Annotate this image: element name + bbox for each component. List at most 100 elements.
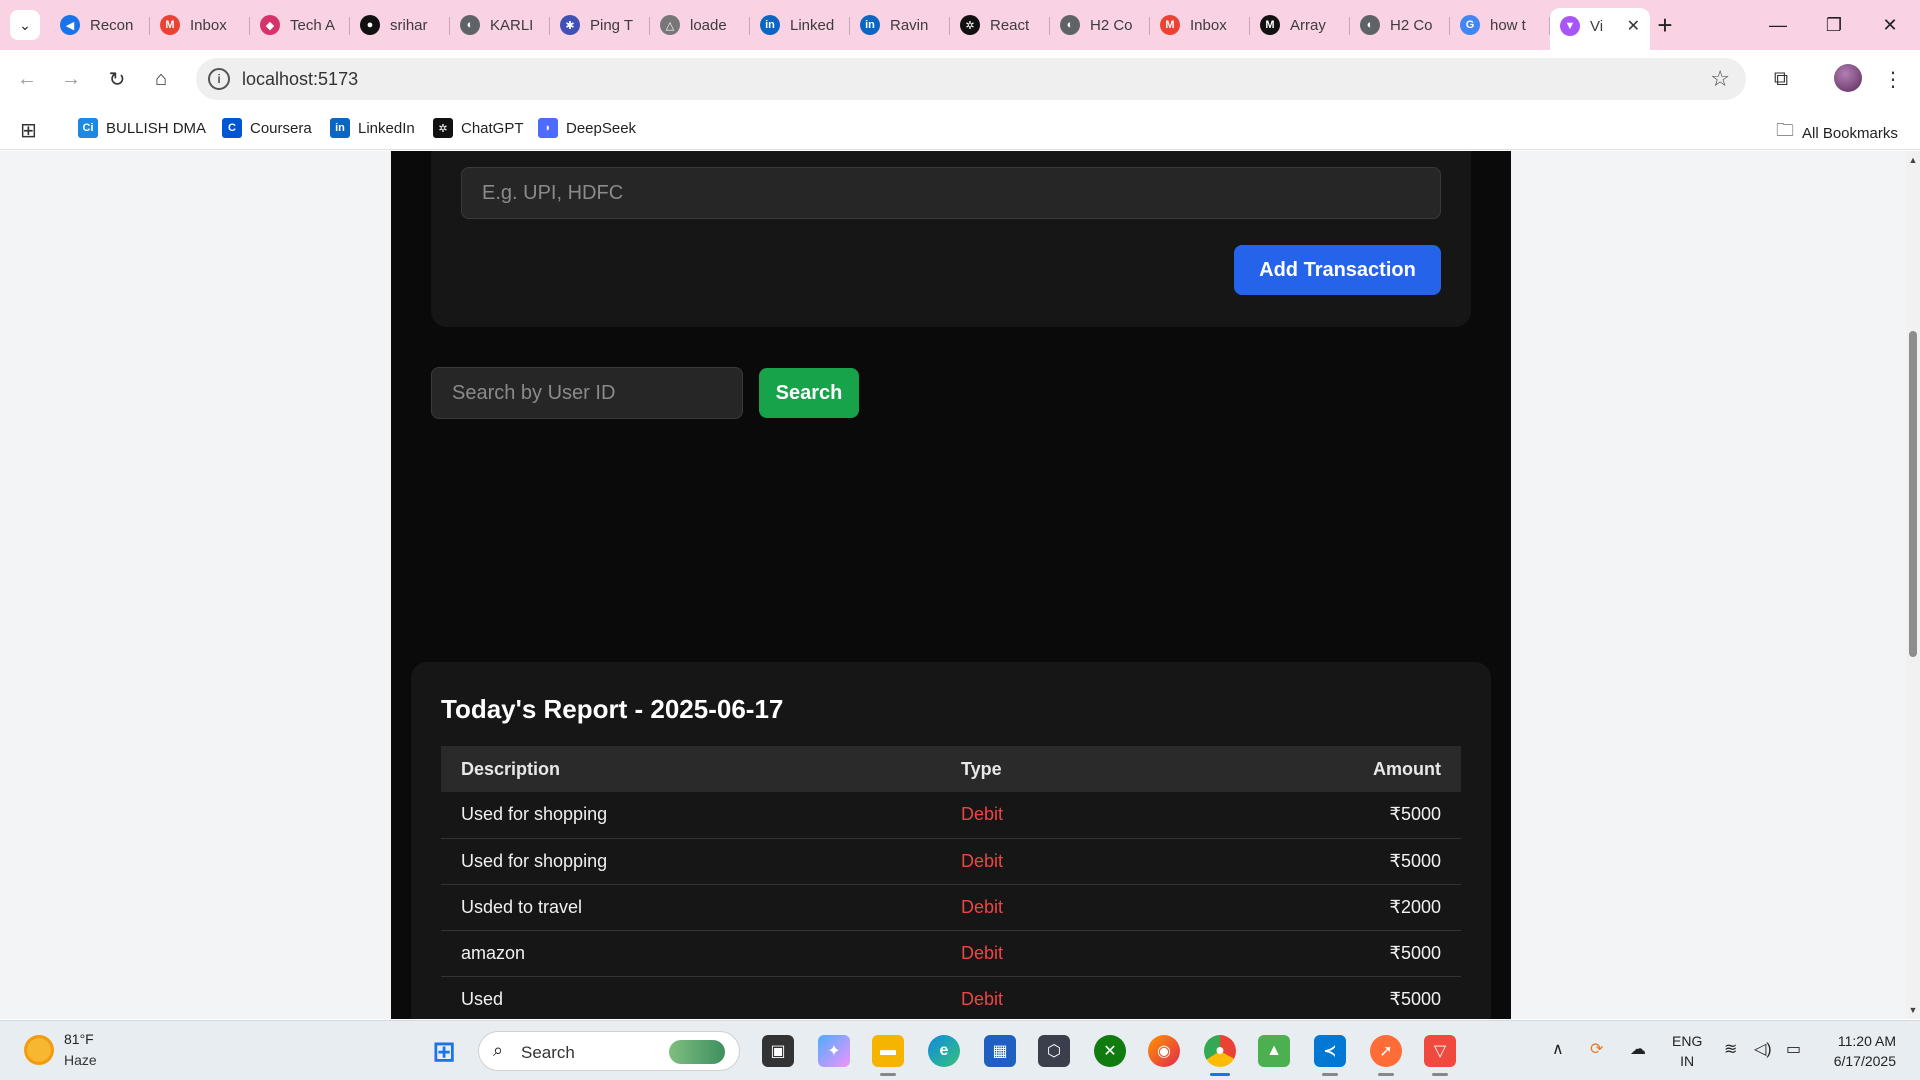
running-indicator	[1322, 1073, 1338, 1076]
table-row: Usded to travel Debit ₹2000	[441, 884, 1461, 931]
browser-tab[interactable]: ◐ H2 Co	[1050, 8, 1150, 42]
region-code: IN	[1680, 1053, 1695, 1069]
scroll-up-arrow-icon[interactable]: ▲	[1908, 155, 1918, 165]
weather-temperature: 81°F	[64, 1031, 94, 1047]
clock-date: 6/17/2025	[1833, 1053, 1896, 1069]
add-transaction-button[interactable]: Add Transaction	[1234, 245, 1441, 295]
copilot-icon[interactable]: ✦	[818, 1035, 850, 1067]
row-type: Debit	[941, 976, 1261, 1019]
close-tab-icon[interactable]: ✕	[1627, 16, 1640, 36]
chrome-icon[interactable]: ●	[1204, 1035, 1236, 1067]
browser-tab[interactable]: ✲ React	[950, 8, 1050, 42]
scroll-down-arrow-icon[interactable]: ▼	[1908, 1005, 1918, 1015]
edge-browser-icon[interactable]: e	[928, 1035, 960, 1067]
search-icon: ⌕	[493, 1040, 504, 1060]
weather-haze-icon[interactable]	[24, 1035, 54, 1065]
bookmark-item[interactable]: C Coursera	[222, 118, 312, 138]
file-explorer-icon[interactable]: ▬	[872, 1035, 904, 1067]
taskbar-search-label: Search	[521, 1043, 575, 1062]
tab-search-chevron-icon[interactable]: ⌄	[10, 10, 40, 40]
wifi-icon[interactable]: ≋	[1724, 1039, 1737, 1059]
browser-tab[interactable]: Ghow t	[1450, 8, 1550, 42]
restore-icon[interactable]: ❐	[1806, 0, 1862, 50]
volume-icon[interactable]: ◁)	[1754, 1039, 1772, 1059]
apps-grid-icon[interactable]: ⊞	[20, 118, 37, 143]
image-viewer-icon[interactable]: ▲	[1258, 1035, 1290, 1067]
tab-title: React	[990, 16, 1030, 34]
back-arrow-icon[interactable]: ←	[12, 64, 42, 94]
minimize-icon[interactable]: —	[1750, 0, 1806, 50]
todays-report-card: Today's Report - 2025-06-17 Description …	[411, 662, 1491, 1019]
scroll-thumb[interactable]	[1909, 331, 1917, 657]
shield-icon: ◆	[260, 15, 280, 35]
bookmark-item[interactable]: in LinkedIn	[330, 118, 415, 138]
row-description: Used for shopping	[441, 792, 941, 839]
browser-tab[interactable]: △ loade	[650, 8, 750, 42]
postman-icon[interactable]: ➚	[1370, 1035, 1402, 1067]
row-amount: ₹2000	[1261, 884, 1461, 931]
bookmark-item[interactable]: Ci BULLISH DMA	[78, 118, 206, 138]
address-bar[interactable]: i localhost:5173 ☆	[196, 58, 1746, 100]
tab-title: Ping T	[590, 16, 634, 34]
tray-overflow-chevron-icon[interactable]: ∧	[1552, 1039, 1564, 1059]
profile-avatar[interactable]	[1834, 64, 1862, 92]
clock[interactable]: 11:20 AM 6/17/2025	[1814, 1031, 1896, 1071]
payment-method-input[interactable]	[461, 167, 1441, 219]
github-icon: ●	[360, 15, 380, 35]
brave-icon[interactable]: ▽	[1424, 1035, 1456, 1067]
app-container: Add Transaction Search Today's Report - …	[391, 151, 1511, 1019]
reload-icon[interactable]: ↻	[102, 64, 132, 94]
running-indicator	[880, 1073, 896, 1076]
row-amount: ₹5000	[1261, 930, 1461, 977]
browser-tab[interactable]: in Ravin	[850, 8, 950, 42]
close-window-icon[interactable]: ✕	[1862, 0, 1918, 50]
bookmark-item[interactable]: ◗ DeepSeek	[538, 118, 636, 138]
chrome-globe-icon: ◐	[1060, 15, 1080, 35]
task-view-icon[interactable]: ▣	[762, 1035, 794, 1067]
row-amount: ₹5000	[1261, 838, 1461, 885]
page-scrollbar[interactable]: ▲ ▼	[1906, 151, 1920, 1019]
browser-tab[interactable]: M Inbox	[150, 8, 250, 42]
new-tab-plus-icon[interactable]: +	[1650, 10, 1680, 40]
bookmark-star-icon[interactable]: ☆	[1710, 66, 1730, 92]
cube-app-icon[interactable]: ⬡	[1038, 1035, 1070, 1067]
extensions-puzzle-icon[interactable]: ⧉	[1766, 64, 1796, 94]
onedrive-cloud-icon[interactable]: ☁	[1630, 1039, 1646, 1059]
browser-tab[interactable]: ✱ Ping T	[550, 8, 650, 42]
xbox-icon[interactable]: ✕	[1094, 1035, 1126, 1067]
vscode-icon[interactable]: ≺	[1314, 1035, 1346, 1067]
browser-tab[interactable]: in Linked	[750, 8, 850, 42]
browser-tab[interactable]: ◀ Recon	[50, 8, 150, 42]
site-info-icon[interactable]: i	[208, 68, 230, 90]
coursera-icon: C	[222, 118, 242, 138]
firefox-icon[interactable]: ◉	[1148, 1035, 1180, 1067]
row-description: amazon	[441, 930, 941, 977]
sync-icon[interactable]: ⟳	[1590, 1039, 1603, 1059]
browser-tab[interactable]: ◐ KARLI	[450, 8, 550, 42]
browser-tab[interactable]: ◐ H2 Co	[1350, 8, 1450, 42]
browser-tab[interactable]: ● srihar	[350, 8, 450, 42]
recon-icon: ◀	[60, 15, 80, 35]
user-id-search-input[interactable]	[431, 367, 743, 419]
menu-kebab-icon[interactable]: ⋮	[1878, 64, 1908, 94]
home-icon[interactable]: ⌂	[146, 64, 176, 94]
all-bookmarks-folder[interactable]: 🗀 All Bookmarks	[1776, 118, 1898, 148]
microsoft-store-icon[interactable]: ▦	[984, 1035, 1016, 1067]
battery-icon[interactable]: ▭	[1786, 1039, 1801, 1059]
browser-tab[interactable]: M Array	[1250, 8, 1350, 42]
google-icon: G	[1460, 15, 1480, 35]
browser-tab[interactable]: ◆ Tech A	[250, 8, 350, 42]
search-button[interactable]: Search	[759, 368, 859, 418]
browser-tab[interactable]: ▼ Vi ✕	[1550, 8, 1650, 50]
bookmark-item[interactable]: ✲ ChatGPT	[433, 118, 524, 138]
forward-arrow-icon[interactable]: →	[56, 64, 86, 94]
column-header-amount: Amount	[1261, 746, 1461, 792]
openai-icon: ✲	[433, 118, 453, 138]
bookmark-label: DeepSeek	[566, 119, 637, 137]
language-indicator[interactable]: ENG IN	[1672, 1031, 1702, 1071]
browser-tab[interactable]: M Inbox	[1150, 8, 1250, 42]
tab-title: KARLI	[490, 16, 534, 34]
windows-start-icon[interactable]: ⊞	[428, 1035, 460, 1067]
row-type: Debit	[941, 838, 1261, 885]
taskbar-search-box[interactable]: ⌕ Search	[478, 1031, 740, 1071]
